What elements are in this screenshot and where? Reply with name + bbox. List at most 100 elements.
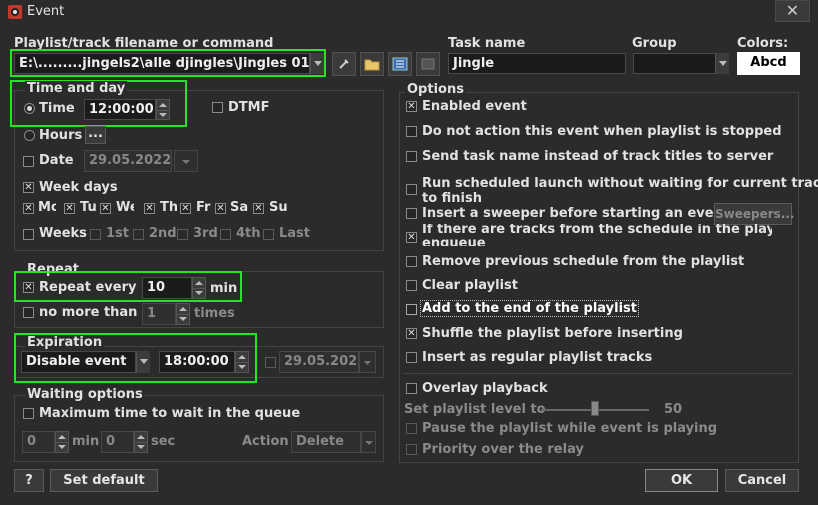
expiration-action-select[interactable]: Disable event [21,351,136,373]
app-icon [7,4,23,20]
week-1st-label: 1st [106,226,129,241]
repeat-every-label: Repeat every [39,280,137,295]
day-su-checkbox[interactable]: ✕ [253,203,264,214]
week-4th-checkbox[interactable] [220,229,231,240]
day-fr-label: Fr [196,200,211,215]
option-no-action-stopped-checkbox[interactable] [406,126,417,137]
hours-radio[interactable] [24,130,35,141]
max-wait-checkbox[interactable] [23,408,34,419]
option-remove-previous-checkbox[interactable] [406,256,417,267]
date-checkbox[interactable] [23,156,34,167]
wait-sec-spinner[interactable] [134,431,148,453]
time-and-day-legend: Time and day [25,81,128,96]
wait-action-label: Action [242,434,289,449]
expiration-time-spinner[interactable] [235,351,249,373]
playlist-level-value: 50 [664,402,683,417]
no-more-than-checkbox[interactable] [23,307,34,318]
week-4th-label: 4th [236,226,261,241]
time-input[interactable]: 12:00:00 [84,99,156,120]
help-button[interactable]: ? [14,469,44,492]
repeat-every-spinner[interactable] [192,277,206,299]
cancel-button[interactable]: Cancel [725,469,799,492]
priority-relay-checkbox[interactable] [406,444,417,455]
option-clear-playlist-checkbox[interactable] [406,280,417,291]
option-run-without-waiting-checkbox[interactable] [406,184,417,195]
option-insert-sweeper-checkbox[interactable] [406,208,417,219]
close-button[interactable]: ✕ [775,0,810,22]
date-picker[interactable] [174,150,198,172]
command-dropdown[interactable] [310,53,324,74]
no-more-than-input[interactable]: 1 [142,303,176,325]
option-clear-playlist-label: Clear playlist [422,278,518,293]
day-tu-checkbox[interactable]: ✕ [64,203,75,214]
sweepers-button[interactable]: Sweepers... [714,203,794,225]
pause-playlist-checkbox[interactable] [406,423,417,434]
weekdays-checkbox[interactable]: ✕ [23,182,34,193]
playlist-level-label: Set playlist level to [404,402,546,417]
day-mo-checkbox[interactable]: ✕ [23,203,34,214]
week-3rd-checkbox[interactable] [177,229,188,240]
time-radio[interactable] [24,103,35,114]
option-regular-tracks-checkbox[interactable] [406,352,417,363]
playlist-level-thumb[interactable] [591,401,599,416]
colors-label: Colors: [737,36,789,51]
wait-action-dropdown[interactable] [361,431,376,453]
day-th-checkbox[interactable]: ✕ [144,203,155,214]
pause-playlist-label: Pause the playlist while event is playin… [422,421,718,436]
no-more-than-spinner[interactable] [176,303,190,325]
week-2nd-checkbox[interactable] [133,229,144,240]
options-legend: Options [405,82,466,97]
option-regular-tracks-label: Insert as regular playlist tracks [422,350,653,365]
weeks-label: Weeks [39,226,87,241]
pick-icon[interactable] [332,52,356,76]
day-sa-checkbox[interactable]: ✕ [215,203,226,214]
repeat-every-input[interactable]: 10 [142,277,192,299]
options-divider [403,373,793,374]
folder-icon[interactable] [360,52,384,76]
option-enabled-checkbox[interactable]: ✕ [406,101,417,112]
option-send-task-name-checkbox[interactable] [406,151,417,162]
week-2nd-label: 2nd [149,226,177,241]
waiting-options-legend: Waiting options [25,387,145,402]
color-swatch[interactable]: Abcd [737,52,800,75]
wait-action-select[interactable]: Delete [291,431,361,453]
expiration-date-checkbox[interactable] [265,357,276,368]
expiration-date-picker[interactable] [359,351,376,373]
expiration-time-input[interactable]: 18:00:00 [159,351,235,373]
command-icon[interactable] [416,52,440,76]
group-select[interactable] [633,53,717,74]
time-spinner[interactable] [156,99,170,120]
priority-relay-label: Priority over the relay [422,442,584,457]
expiration-date-input[interactable]: 29.05.2022 [279,351,359,373]
hours-button[interactable]: ... [85,126,106,144]
dtmf-checkbox[interactable] [212,102,223,113]
repeat-every-unit: min [210,281,238,296]
wait-sec-label: sec [151,434,176,449]
day-fr-checkbox[interactable]: ✕ [180,203,191,214]
option-shuffle-label: Shuffle the playlist before inserting [422,326,683,341]
week-1st-checkbox[interactable] [90,229,101,240]
group-dropdown[interactable] [715,53,729,74]
wait-sec-input[interactable]: 0 [101,431,134,453]
command-input[interactable]: E:\.........jingels2\alle djingles\Jingl… [14,53,310,74]
date-input[interactable]: 29.05.2022 [84,150,172,172]
option-add-to-end-checkbox[interactable] [406,304,417,315]
week-last-checkbox[interactable] [263,229,274,240]
expiration-action-dropdown[interactable] [136,351,150,373]
set-default-button[interactable]: Set default [50,469,158,492]
repeat-every-checkbox[interactable]: ✕ [23,282,34,293]
option-no-action-stopped-label: Do not action this event when playlist i… [422,124,782,139]
option-overlay-checkbox[interactable] [406,383,417,394]
wait-min-input[interactable]: 0 [22,431,55,453]
day-we-checkbox[interactable]: ✕ [100,203,111,214]
option-run-without-waiting-label2: to finish [422,191,483,206]
ok-button[interactable]: OK [645,469,718,492]
option-enqueue-checkbox[interactable]: ✕ [406,232,417,243]
playlist-icon[interactable] [388,52,412,76]
no-more-than-label: no more than [39,305,138,320]
option-overlay-label: Overlay playback [422,381,548,396]
task-name-input[interactable]: Jingle [448,53,626,74]
option-shuffle-checkbox[interactable]: ✕ [406,328,417,339]
wait-min-spinner[interactable] [55,431,69,453]
weeks-checkbox[interactable] [23,229,34,240]
